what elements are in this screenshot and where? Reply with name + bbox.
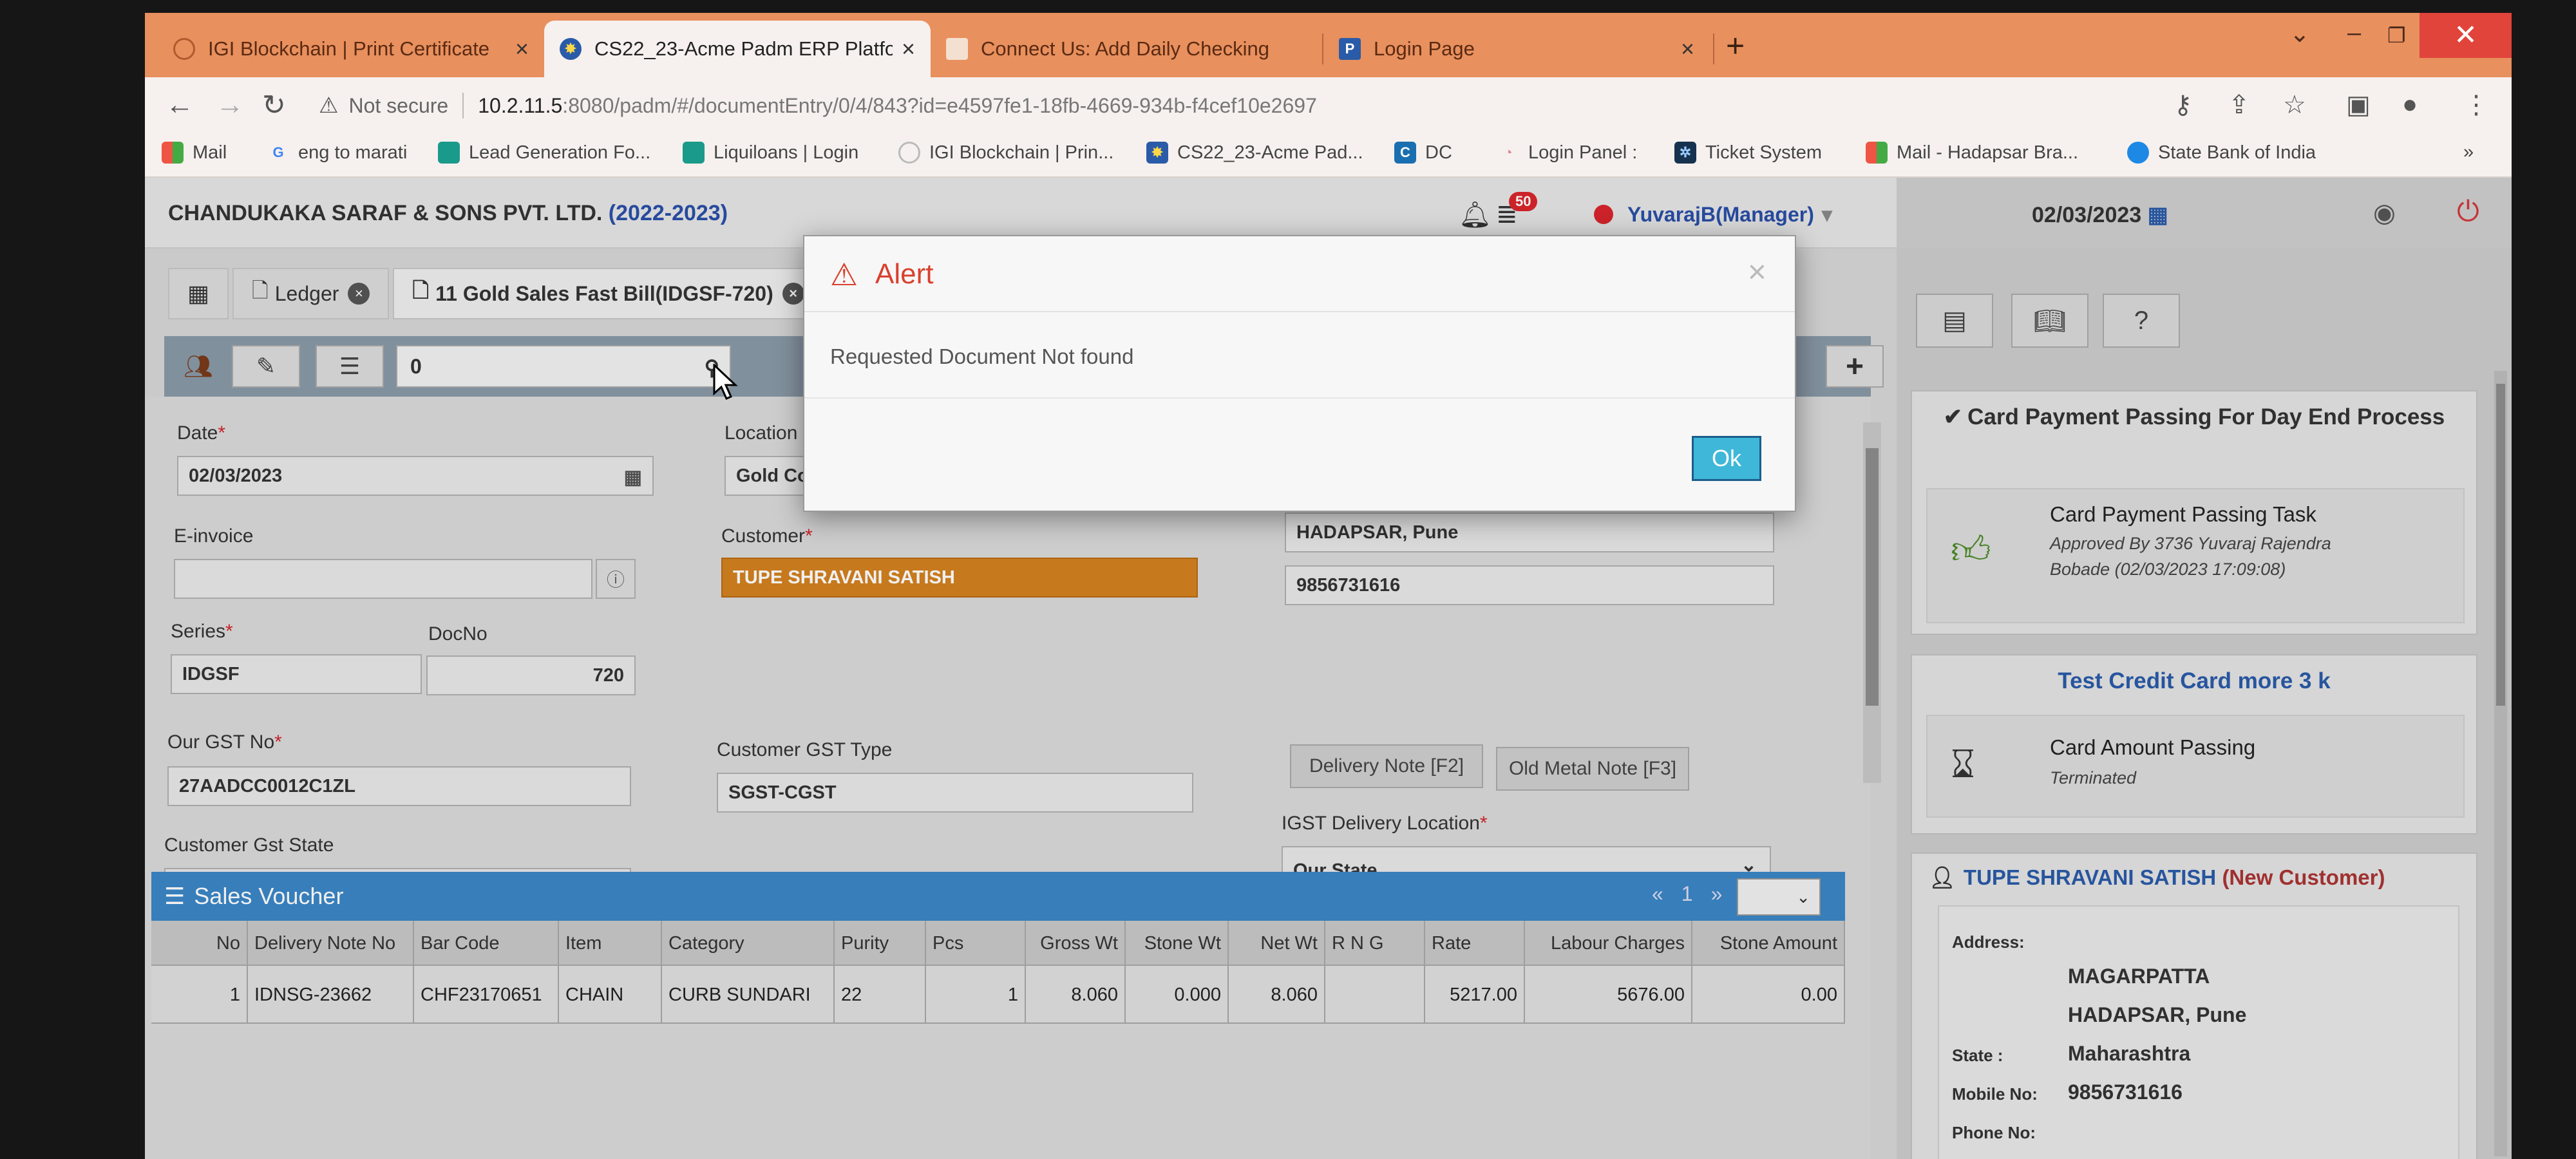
- alert-message: Requested Document Not found: [830, 344, 1134, 368]
- alert-dialog: ⚠ Alert × Requested Document Not found O…: [803, 235, 1796, 512]
- dc-icon: C: [1394, 142, 1416, 164]
- restore-icon[interactable]: ❐: [2387, 23, 2406, 48]
- window-close-icon[interactable]: ✕: [2420, 13, 2512, 58]
- kebab-menu-icon[interactable]: ⋮: [2463, 90, 2489, 120]
- lead-icon: [438, 142, 460, 164]
- ok-button[interactable]: Ok: [1692, 436, 1761, 481]
- tab-search-icon[interactable]: ⌄: [2289, 19, 2310, 48]
- warning-icon: ⚠: [319, 93, 339, 118]
- browser-tab-erp[interactable]: ✸ CS22_23-Acme Padm ERP Platfo ×: [544, 21, 931, 77]
- browser-tab-login[interactable]: P Login Page ×: [1323, 21, 1710, 77]
- bookmarks-overflow-icon[interactable]: »: [2463, 142, 2474, 163]
- bookmark-igi[interactable]: IGI Blockchain | Prin...: [898, 142, 1113, 164]
- tab-separator: [1713, 33, 1714, 64]
- close-tab-icon[interactable]: ×: [515, 35, 529, 62]
- browser-tabbar: IGI Blockchain | Print Certificate × ✸ C…: [145, 13, 2512, 77]
- reload-icon[interactable]: ↻: [262, 89, 286, 122]
- star-icon[interactable]: ☆: [2283, 90, 2306, 120]
- close-tab-icon[interactable]: ×: [902, 35, 915, 62]
- forward-icon[interactable]: →: [216, 89, 244, 121]
- profile-icon[interactable]: ●: [2402, 90, 2418, 119]
- browser-window: IGI Blockchain | Print Certificate × ✸ C…: [145, 13, 2512, 1159]
- share-icon[interactable]: ⇪: [2228, 90, 2250, 120]
- minimize-icon[interactable]: –: [2347, 19, 2361, 47]
- bookmark-mail[interactable]: Mail: [162, 142, 227, 164]
- igi-icon: [898, 142, 920, 164]
- bookmark-eng-to-marati[interactable]: Geng to marati: [267, 142, 407, 164]
- bookmark-ticket-system[interactable]: ✲ Ticket System: [1674, 142, 1822, 164]
- liquiloans-icon: [683, 142, 705, 164]
- bookmark-liquiloans[interactable]: Liquiloans | Login: [683, 142, 858, 164]
- alert-header: ⚠ Alert ×: [804, 236, 1795, 312]
- google-icon: G: [272, 144, 284, 160]
- warning-icon: ⚠: [830, 258, 858, 292]
- back-icon[interactable]: ←: [166, 89, 194, 121]
- alert-title: Alert: [875, 258, 934, 290]
- bookmark-dc[interactable]: C DC: [1394, 142, 1452, 164]
- bookmark-sbi[interactable]: State Bank of India: [2127, 142, 2316, 164]
- mouse-cursor-icon: [713, 364, 738, 400]
- url-separator: [462, 93, 464, 118]
- ticket-icon: ✲: [1674, 142, 1696, 164]
- bookmark-login-panel[interactable]: ◔ Login Panel :: [1497, 142, 1637, 164]
- erp-favicon-icon: ✸: [560, 38, 582, 60]
- login-panel-icon: ◔: [1504, 144, 1513, 160]
- close-tab-icon[interactable]: ×: [1681, 35, 1694, 62]
- browser-tab-igi[interactable]: IGI Blockchain | Print Certificate ×: [158, 21, 544, 77]
- connect-favicon-icon: [946, 38, 968, 60]
- screen: IGI Blockchain | Print Certificate × ✸ C…: [0, 0, 2576, 1159]
- bookmark-lead-generation[interactable]: Lead Generation Fo...: [438, 142, 650, 164]
- new-tab-button[interactable]: +: [1726, 27, 1745, 64]
- igi-favicon-icon: [173, 38, 195, 60]
- sidepanel-icon[interactable]: ▣: [2346, 90, 2371, 120]
- microsoft-icon: [1866, 142, 1888, 164]
- browser-tab-connect[interactable]: Connect Us: Add Daily Checking: [931, 21, 1317, 77]
- alert-close-button[interactable]: ×: [1748, 253, 1766, 290]
- url-bar[interactable]: ⚠ Not secure 10.2.11.5 :8080/padm/#/docu…: [319, 85, 2238, 126]
- microsoft-icon: [162, 142, 184, 164]
- bookmarks-bar: Mail Geng to marati Lead Generation Fo..…: [145, 134, 2512, 178]
- bookmark-cs22[interactable]: ✸ CS22_23-Acme Pad...: [1146, 142, 1363, 164]
- alert-divider: [804, 397, 1795, 399]
- key-icon[interactable]: ⚷: [2174, 90, 2192, 120]
- sbi-icon: [2127, 142, 2149, 164]
- erp-icon: ✸: [1146, 142, 1168, 164]
- login-favicon-icon: P: [1339, 38, 1361, 60]
- bookmark-mail-hadapsar[interactable]: Mail - Hadapsar Bra...: [1866, 142, 2078, 164]
- address-bar: ← → ↻ ⚠ Not secure 10.2.11.5 :8080/padm/…: [145, 77, 2512, 134]
